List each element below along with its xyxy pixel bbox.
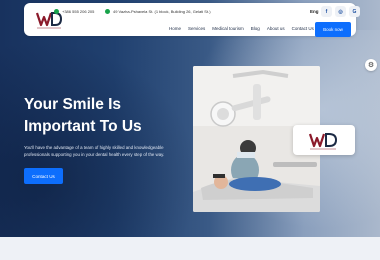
phone-number: +386 555 206 205 [62,9,95,14]
facebook-icon[interactable]: f [321,6,332,17]
address-text: 49 Vazha-Pshavela St. (1 block, Building… [113,9,211,14]
gear-icon[interactable]: ⚙ [365,59,377,71]
brand-logo-card [293,125,355,155]
brand-logo-mark [308,133,338,150]
language-selector[interactable]: Eng [310,9,319,14]
nav-item-about-us[interactable]: About us [267,26,285,31]
instagram-icon[interactable]: ◎ [335,6,346,17]
contact-us-button[interactable]: Contact Us [24,168,63,184]
location-pin-icon [105,9,110,14]
nav-item-blog[interactable]: Blog [251,26,260,31]
nav-item-services[interactable]: Services [188,26,205,31]
hero-description: You'll have the advantage of a team of h… [24,145,165,157]
google-plus-icon[interactable]: G [349,6,360,17]
main-nav: Home Services Medical tourism Blog About… [169,26,314,31]
nav-item-medical-tourism[interactable]: Medical tourism [212,26,244,31]
page-bottom-strip [0,237,380,260]
site-header: +386 555 206 205 49 Vazha-Pshavela St. (… [24,3,360,37]
phone-contact[interactable]: +386 555 206 205 [54,9,94,14]
nav-item-home[interactable]: Home [169,26,181,31]
hero-headline: Your Smile Is Important To Us [24,94,194,138]
nav-item-contact-us[interactable]: Contact Us [292,26,314,31]
hero-headline-line2: Important To Us [24,118,142,135]
book-now-button[interactable]: Book now [315,22,351,37]
hero-shade [0,40,200,237]
phone-icon [54,9,59,14]
address-contact[interactable]: 49 Vazha-Pshavela St. (1 block, Building… [105,9,211,14]
hero-headline-line1: Your Smile Is [24,96,122,113]
